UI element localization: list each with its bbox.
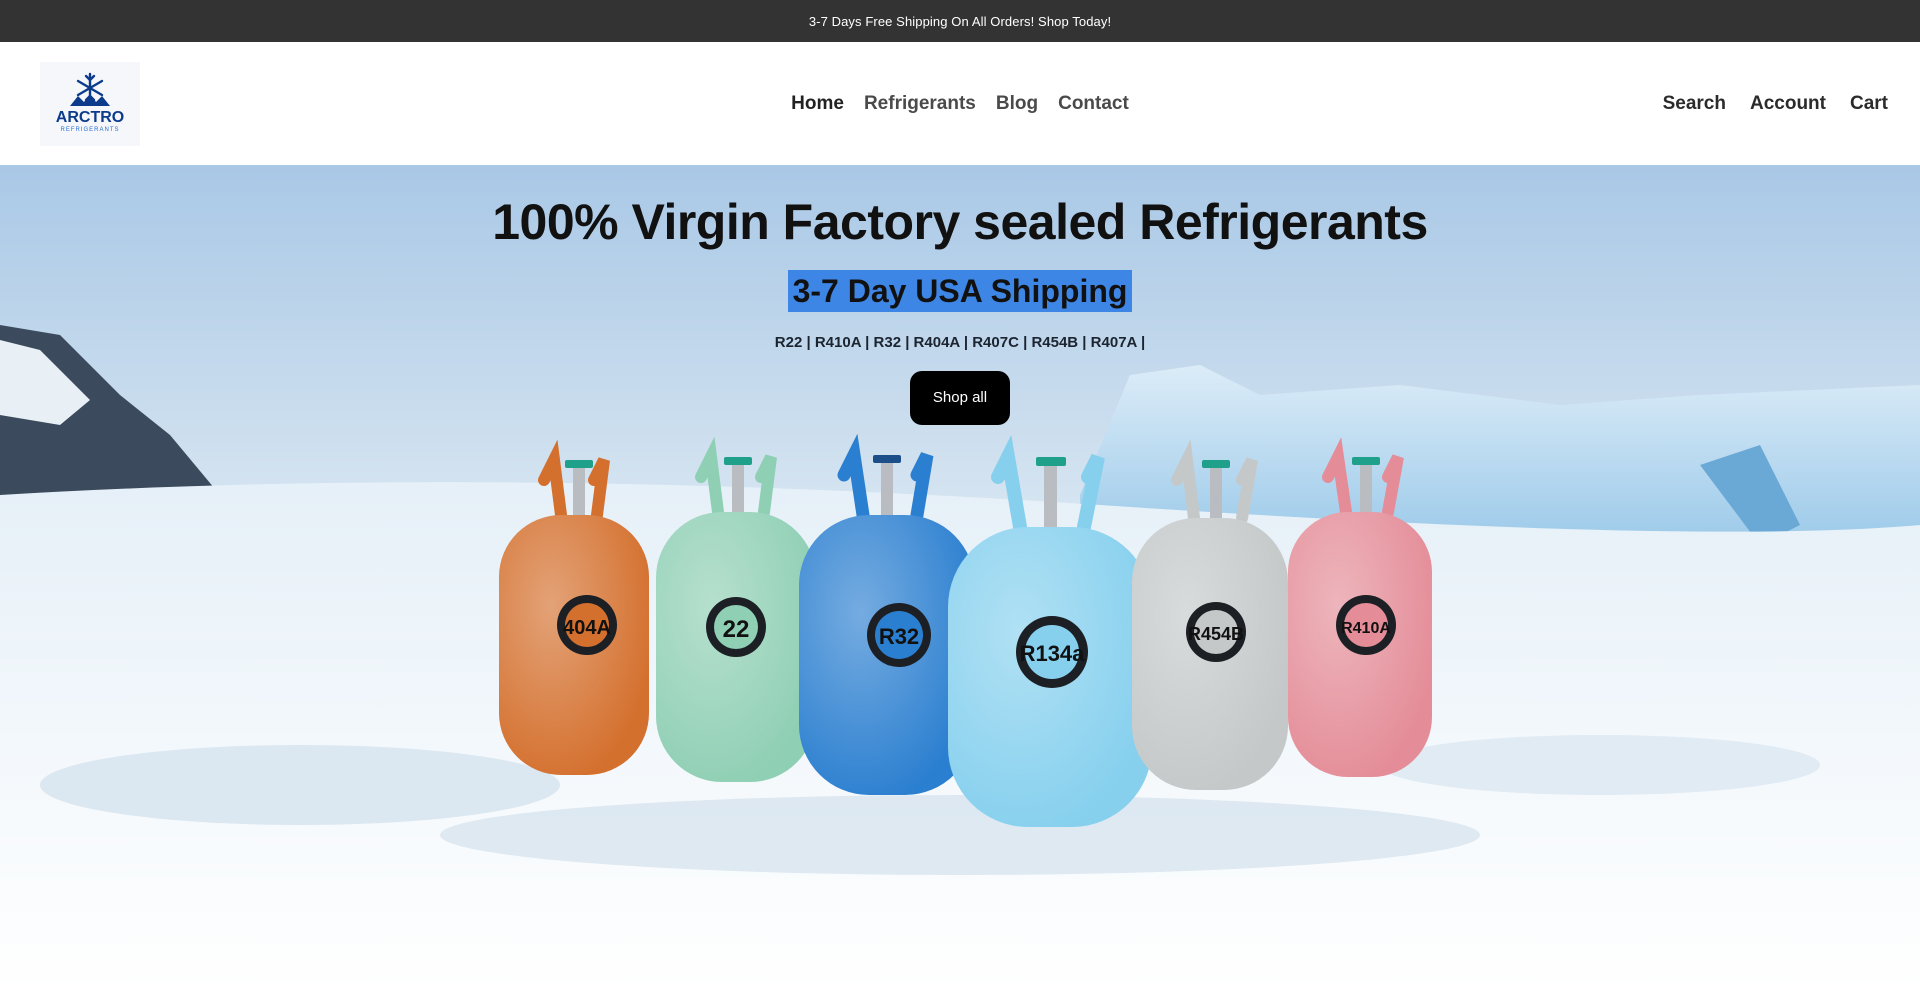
logo-tagline: REFRIGERANTS bbox=[60, 127, 119, 133]
nav-contact[interactable]: Contact bbox=[1058, 93, 1129, 115]
account-link[interactable]: Account bbox=[1750, 93, 1826, 115]
arctro-logo: ARCTRO REFRIGERANTS bbox=[40, 62, 140, 146]
cylinder-label-r454b: R454B bbox=[1188, 624, 1244, 644]
refrigerant-list: R22 | R410A | R32 | R404A | R407C | R454… bbox=[774, 334, 1146, 352]
hero-banner: 404A 22 R32 R134a R454B R410A 100% Virgi… bbox=[0, 165, 1920, 993]
hero-subtitle: 3-7 Day USA Shipping bbox=[787, 270, 1133, 313]
cylinder-label-r134a: R134a bbox=[1020, 641, 1086, 666]
search-link[interactable]: Search bbox=[1663, 93, 1726, 115]
header-utilities: Search Account Cart bbox=[1663, 42, 1888, 165]
nav-blog[interactable]: Blog bbox=[996, 93, 1038, 115]
announcement-bar: 3-7 Days Free Shipping On All Orders! Sh… bbox=[0, 0, 1920, 42]
hero-content: 100% Virgin Factory sealed Refrigerants … bbox=[0, 194, 1920, 426]
site-header: ARCTRO REFRIGERANTS Home Refrigerants Bl… bbox=[0, 42, 1920, 165]
cart-link[interactable]: Cart bbox=[1850, 93, 1888, 115]
cylinder-label-404a: 404A bbox=[563, 617, 611, 639]
nav-refrigerants[interactable]: Refrigerants bbox=[864, 93, 976, 115]
announcement-text: 3-7 Days Free Shipping On All Orders! Sh… bbox=[808, 13, 1112, 29]
cylinder-label-r32: R32 bbox=[879, 624, 919, 649]
shop-all-button[interactable]: Shop all bbox=[910, 371, 1010, 426]
cylinder-label-r410a: R410A bbox=[1341, 620, 1391, 637]
nav-home[interactable]: Home bbox=[791, 93, 844, 115]
cylinder-label-22: 22 bbox=[723, 616, 750, 643]
hero-title: 100% Virgin Factory sealed Refrigerants bbox=[492, 194, 1428, 250]
main-nav: Home Refrigerants Blog Contact bbox=[0, 42, 1920, 165]
logo-wordmark: ARCTRO bbox=[56, 109, 124, 126]
